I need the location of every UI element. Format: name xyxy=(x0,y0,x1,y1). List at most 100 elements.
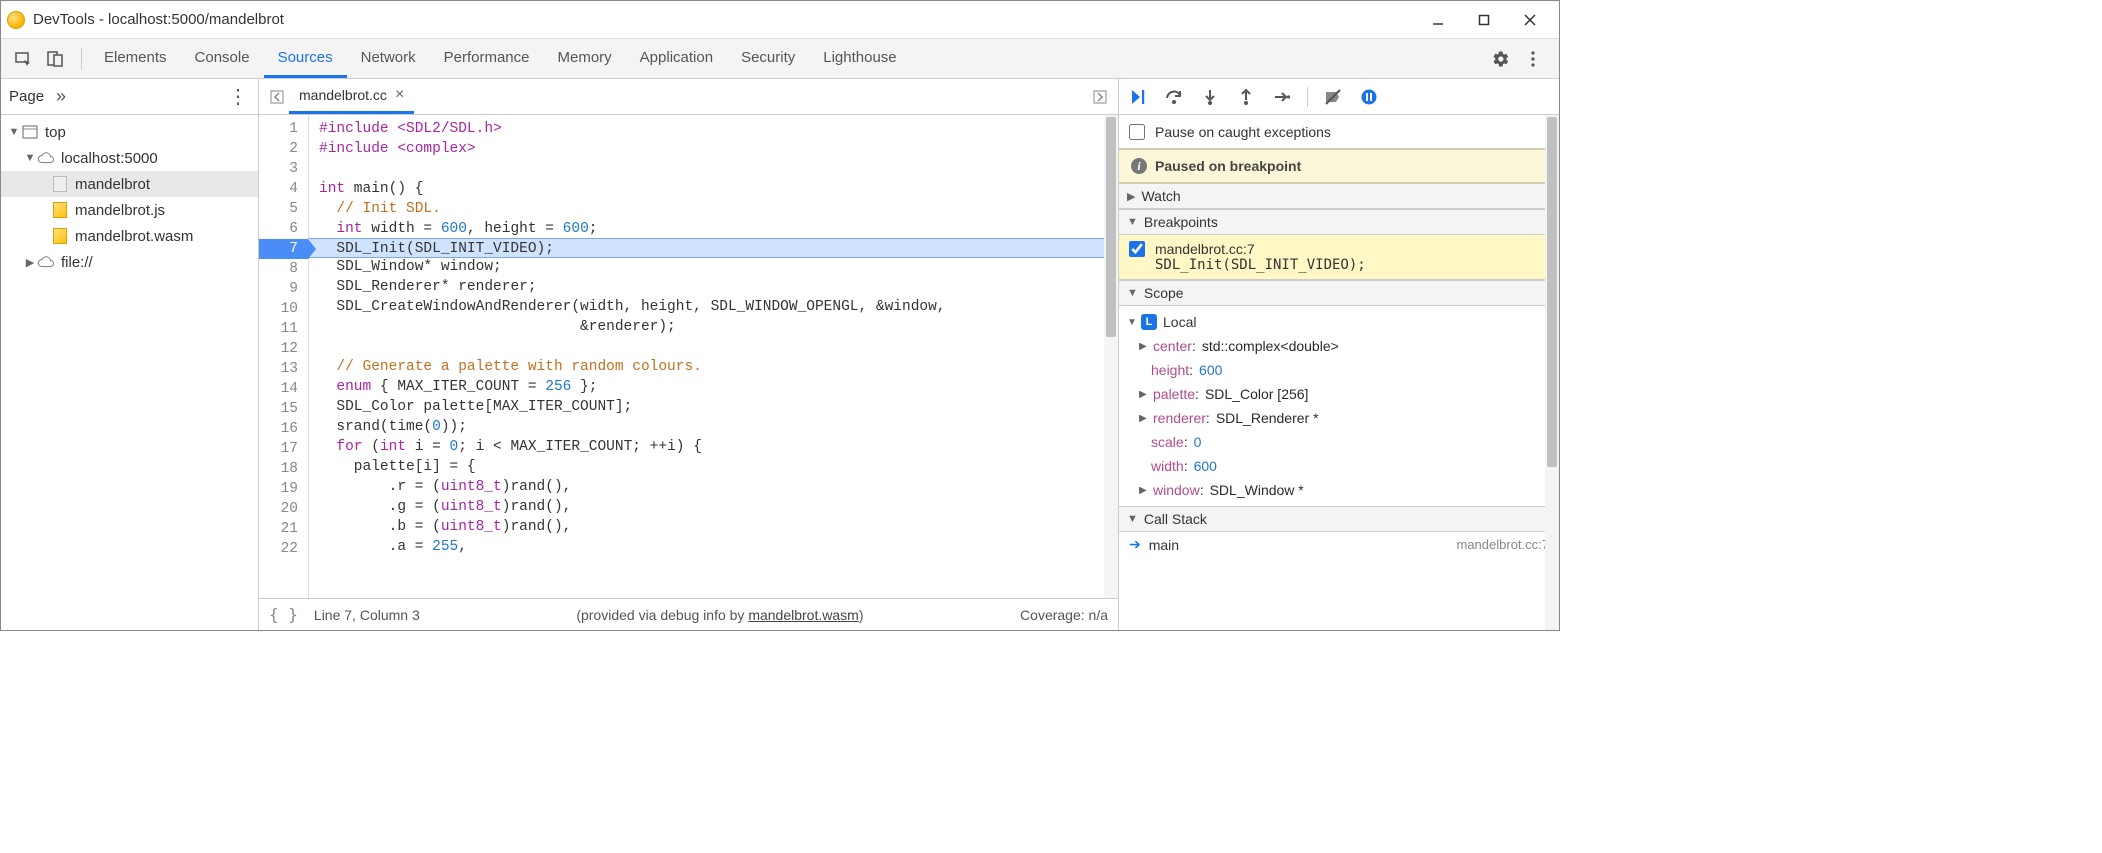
step-into-icon[interactable] xyxy=(1197,84,1223,110)
tree-file-scheme[interactable]: ▶ file:// xyxy=(1,249,258,275)
file-icon xyxy=(51,227,69,245)
section-watch[interactable]: ▶ Watch xyxy=(1119,183,1559,209)
separator xyxy=(81,48,82,70)
paused-banner-text: Paused on breakpoint xyxy=(1155,158,1301,174)
gutter[interactable]: 123456 7 8910111213141516171819202122 xyxy=(259,115,309,598)
tree-host-label: localhost:5000 xyxy=(61,150,158,167)
tree-host[interactable]: ▼ localhost:5000 xyxy=(1,145,258,171)
tab-performance[interactable]: Performance xyxy=(430,39,544,78)
caret-down-icon: ▼ xyxy=(7,126,21,138)
breakpoint-code: SDL_Init(SDL_INIT_VIDEO); xyxy=(1129,257,1545,273)
code-area[interactable]: 123456 7 8910111213141516171819202122 #i… xyxy=(259,115,1118,598)
caret-right-icon: ▶ xyxy=(1127,190,1135,203)
breakpoint-marker[interactable]: 7 xyxy=(259,239,308,259)
navigator-panel: Page » ⋮ ▼ top ▼ localhost:5000 m xyxy=(1,79,259,630)
scope-local[interactable]: ▼ L Local xyxy=(1127,310,1551,334)
caret-down-icon: ▼ xyxy=(1127,513,1138,525)
tab-application[interactable]: Application xyxy=(626,39,727,78)
debug-scrollbar[interactable] xyxy=(1545,115,1559,630)
nav-tab-page[interactable]: Page xyxy=(9,88,44,105)
editor-filename: mandelbrot.cc xyxy=(299,87,387,103)
section-callstack[interactable]: ▼ Call Stack xyxy=(1119,506,1559,532)
editor-panel: mandelbrot.cc × 123456 7 891011121314151… xyxy=(259,79,1119,630)
cloud-icon xyxy=(37,149,55,167)
tab-sources[interactable]: Sources xyxy=(264,39,347,78)
code-lines[interactable]: #include <SDL2/SDL.h> #include <complex>… xyxy=(309,115,1118,598)
titlebar: DevTools - localhost:5000/mandelbrot xyxy=(1,1,1559,39)
tab-memory[interactable]: Memory xyxy=(544,39,626,78)
debug-toolbar xyxy=(1119,79,1559,115)
step-out-icon[interactable] xyxy=(1233,84,1259,110)
file-icon xyxy=(51,175,69,193)
caret-down-icon: ▼ xyxy=(1127,287,1138,299)
maximize-button[interactable] xyxy=(1461,5,1507,35)
step-over-icon[interactable] xyxy=(1161,84,1187,110)
scope-var-scale[interactable]: scale:0 xyxy=(1127,430,1551,454)
pretty-print-icon[interactable]: { } xyxy=(269,605,298,624)
debug-info-link[interactable]: mandelbrot.wasm xyxy=(748,607,859,623)
tab-security[interactable]: Security xyxy=(727,39,809,78)
callstack-frame-name: main xyxy=(1149,537,1457,553)
editor-file-tab[interactable]: mandelbrot.cc × xyxy=(289,79,414,114)
scope-var-center[interactable]: ▶center:std::complex<double> xyxy=(1127,334,1551,358)
nav-more-icon[interactable]: ⋮ xyxy=(228,84,250,109)
caret-down-icon: ▼ xyxy=(23,152,37,164)
scope-var-width[interactable]: width:600 xyxy=(1127,454,1551,478)
editor-status-bar: { } Line 7, Column 3 (provided via debug… xyxy=(259,598,1118,630)
separator xyxy=(1307,87,1308,107)
body: Page » ⋮ ▼ top ▼ localhost:5000 m xyxy=(1,79,1559,630)
pause-exceptions-icon[interactable] xyxy=(1356,84,1382,110)
tab-lighthouse[interactable]: Lighthouse xyxy=(809,39,910,78)
scope-var-window[interactable]: ▶window:SDL_Window * xyxy=(1127,478,1551,502)
debug-panel: Pause on caught exceptions i Paused on b… xyxy=(1119,79,1559,630)
nav-forward-icon[interactable] xyxy=(1088,85,1112,109)
tab-network[interactable]: Network xyxy=(347,39,430,78)
tab-elements[interactable]: Elements xyxy=(90,39,181,78)
current-frame-icon: ➔ xyxy=(1129,536,1141,553)
tree-top-label: top xyxy=(45,124,66,141)
file-icon xyxy=(51,201,69,219)
frame-icon xyxy=(21,123,39,141)
current-execution-line: SDL_Init(SDL_INIT_VIDEO); xyxy=(309,238,1118,258)
section-scope[interactable]: ▼ Scope xyxy=(1119,280,1559,306)
tree-file-mandelbrot-wasm[interactable]: mandelbrot.wasm xyxy=(1,223,258,249)
caret-right-icon: ▶ xyxy=(23,256,37,269)
panel-tabs: Elements Console Sources Network Perform… xyxy=(90,39,1487,78)
close-tab-icon[interactable]: × xyxy=(395,86,404,104)
tree-file-mandelbrot[interactable]: mandelbrot xyxy=(1,171,258,197)
app-icon xyxy=(7,11,25,29)
step-icon[interactable] xyxy=(1269,84,1295,110)
scope-var-height[interactable]: height:600 xyxy=(1127,358,1551,382)
callstack-frame[interactable]: ➔ main mandelbrot.cc:7 xyxy=(1119,532,1559,557)
resume-icon[interactable] xyxy=(1125,84,1151,110)
deactivate-breakpoints-icon[interactable] xyxy=(1320,84,1346,110)
cloud-icon xyxy=(37,253,55,271)
inspect-element-icon[interactable] xyxy=(9,45,37,73)
section-breakpoints[interactable]: ▼ Breakpoints xyxy=(1119,209,1559,235)
scope-var-renderer[interactable]: ▶renderer:SDL_Renderer * xyxy=(1127,406,1551,430)
tree-file-mandelbrot-js[interactable]: mandelbrot.js xyxy=(1,197,258,223)
file-tree: ▼ top ▼ localhost:5000 mandelbrot mandel… xyxy=(1,115,258,630)
more-icon[interactable] xyxy=(1519,45,1547,73)
minimize-button[interactable] xyxy=(1415,5,1461,35)
nav-overflow-icon[interactable]: » xyxy=(56,86,66,107)
device-toolbar-icon[interactable] xyxy=(41,45,69,73)
breakpoint-checkbox[interactable] xyxy=(1129,241,1145,257)
pause-on-caught-row: Pause on caught exceptions xyxy=(1119,115,1559,149)
navigator-header: Page » ⋮ xyxy=(1,79,258,115)
info-icon: i xyxy=(1131,158,1147,174)
code-scrollbar[interactable] xyxy=(1104,115,1118,598)
caret-down-icon: ▼ xyxy=(1127,317,1141,328)
close-button[interactable] xyxy=(1507,5,1553,35)
tab-console[interactable]: Console xyxy=(181,39,264,78)
breakpoint-item[interactable]: mandelbrot.cc:7 SDL_Init(SDL_INIT_VIDEO)… xyxy=(1119,235,1559,280)
scope-var-palette[interactable]: ▶palette:SDL_Color [256] xyxy=(1127,382,1551,406)
callstack-frame-loc: mandelbrot.cc:7 xyxy=(1457,537,1550,552)
pause-on-caught-checkbox[interactable] xyxy=(1129,124,1145,140)
settings-icon[interactable] xyxy=(1487,45,1515,73)
tree-file-scheme-label: file:// xyxy=(61,254,93,271)
pause-on-caught-label: Pause on caught exceptions xyxy=(1155,124,1331,140)
tree-top[interactable]: ▼ top xyxy=(1,119,258,145)
nav-back-icon[interactable] xyxy=(265,85,289,109)
tree-file-label: mandelbrot xyxy=(75,176,150,193)
